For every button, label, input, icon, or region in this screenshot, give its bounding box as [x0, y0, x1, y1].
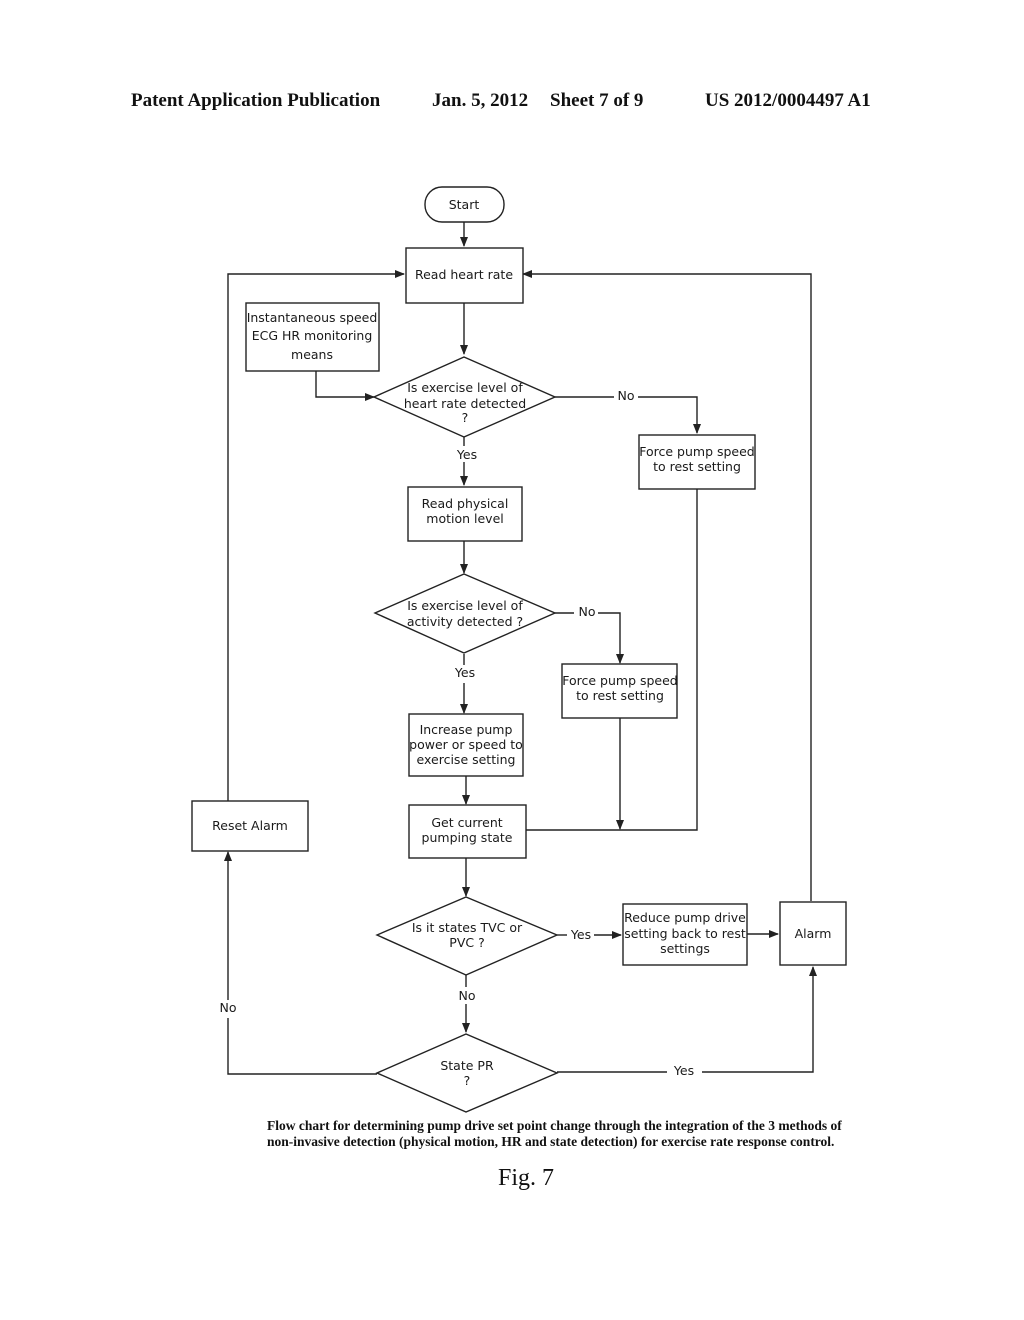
read-heart-rate-label: Read heart rate	[415, 267, 513, 282]
ecg-monitor-line-2: ECG HR monitoring	[252, 328, 373, 343]
decision-hr-line-2: heart rate detected	[404, 396, 526, 411]
decision-tvc-pvc: Is it states TVC or PVC ?	[375, 896, 559, 976]
decision-heart-rate: Is exercise level of heart rate detected…	[372, 356, 557, 438]
increase-pump-line-2: power or speed to	[409, 737, 523, 752]
ecg-monitor-box: Instantaneous speed ECG HR monitoring me…	[245, 302, 380, 372]
reset-alarm-box: Reset Alarm	[191, 800, 309, 852]
ecg-monitor-line-3: means	[291, 347, 333, 362]
read-motion-line-2: motion level	[426, 511, 503, 526]
increase-pump-line-1: Increase pump	[420, 722, 513, 737]
activity-yes-label: Yes	[454, 665, 475, 680]
decision-state-pr: State PR ?	[375, 1033, 559, 1113]
force-rest-1-line-1: Force pump speed	[639, 444, 755, 459]
increase-pump-line-3: exercise setting	[417, 752, 516, 767]
decision-activity: Is exercise level of activity detected ?	[373, 573, 557, 654]
alarm-label: Alarm	[795, 926, 832, 941]
hr-no-label: No	[618, 388, 635, 403]
reset-alarm-label: Reset Alarm	[212, 818, 288, 833]
arrow-pr-yes-to-alarm	[702, 966, 817, 1073]
alarm-box: Alarm	[779, 901, 847, 966]
tvc-no-label: No	[459, 988, 476, 1003]
reduce-pump-line-3: settings	[660, 941, 710, 956]
get-state-box: Get current pumping state	[408, 804, 527, 859]
arrow-ecg-to-decision	[315, 371, 375, 401]
force-rest-2-line-2: to rest setting	[576, 688, 664, 703]
figure-caption: Flow chart for determining pump drive se…	[267, 1118, 842, 1149]
tvc-yes-label: Yes	[570, 927, 591, 942]
force-rest-2-line-1: Force pump speed	[562, 673, 678, 688]
arrow-alarm-to-read-hr	[522, 270, 812, 901]
activity-no-label: No	[579, 604, 596, 619]
read-motion-box: Read physical motion level	[407, 486, 523, 542]
line-force1-to-state	[526, 489, 698, 831]
decision-hr-line-3: ?	[462, 410, 469, 425]
force-rest-1-line-2: to rest setting	[653, 459, 741, 474]
read-heart-rate-box: Read heart rate	[405, 247, 524, 304]
decision-pr-line-2: ?	[464, 1073, 471, 1088]
decision-tvc-line-2: PVC ?	[449, 935, 484, 950]
hr-yes-label: Yes	[456, 447, 477, 462]
decision-activity-line-1: Is exercise level of	[407, 598, 523, 613]
increase-pump-box: Increase pump power or speed to exercise…	[408, 713, 524, 777]
force-rest-box-1: Force pump speed to rest setting	[638, 434, 756, 490]
start-label: Start	[449, 197, 480, 212]
decision-activity-line-2: activity detected ?	[407, 614, 523, 629]
start-terminal: Start	[424, 186, 505, 223]
reduce-pump-line-2: setting back to rest	[624, 926, 746, 941]
arrow-act-no-to-force	[598, 612, 624, 664]
get-state-line-1: Get current	[431, 815, 502, 830]
pr-no-label: No	[220, 1000, 237, 1015]
arrow-hr-no-to-force	[638, 396, 701, 434]
line-pr-no-a	[227, 1018, 377, 1075]
decision-tvc-line-1: Is it states TVC or	[412, 920, 523, 935]
reduce-pump-line-1: Reduce pump drive	[624, 910, 746, 925]
figure-label: Fig. 7	[498, 1165, 555, 1191]
decision-pr-line-1: State PR	[440, 1058, 494, 1073]
ecg-monitor-line-1: Instantaneous speed	[247, 310, 378, 325]
decision-hr-line-1: Is exercise level of	[407, 380, 523, 395]
reduce-pump-box: Reduce pump drive setting back to rest s…	[622, 903, 748, 966]
read-motion-line-1: Read physical	[422, 496, 509, 511]
force-rest-box-2: Force pump speed to rest setting	[561, 663, 678, 719]
get-state-line-2: pumping state	[422, 830, 513, 845]
pr-yes-label: Yes	[673, 1063, 694, 1078]
